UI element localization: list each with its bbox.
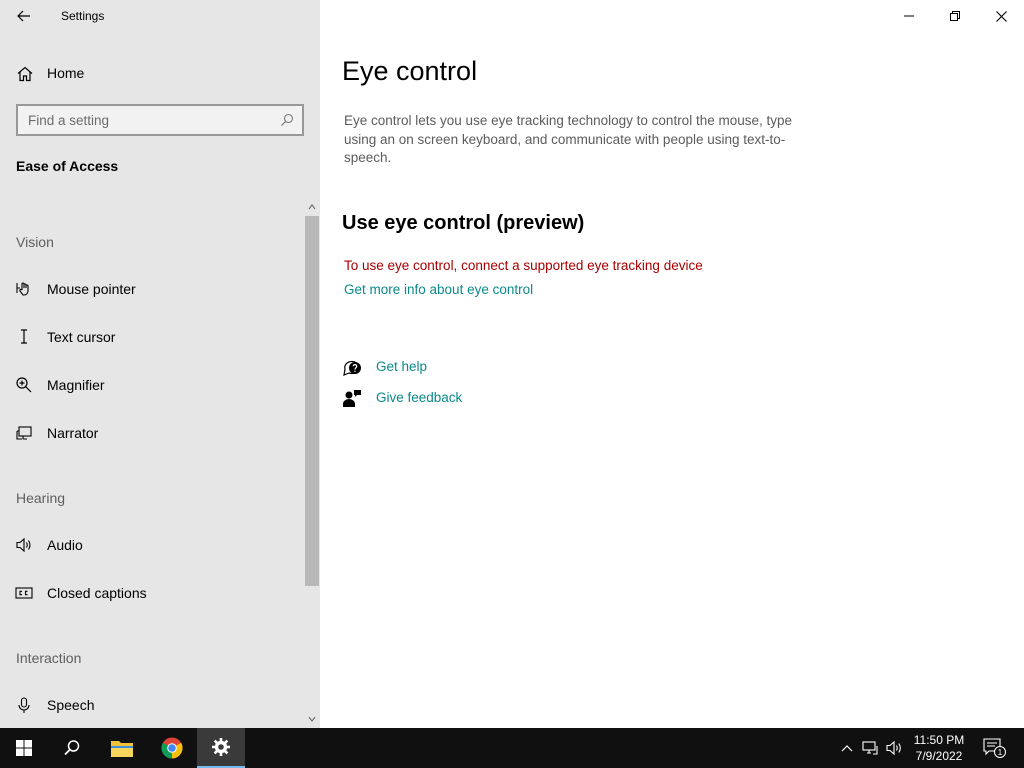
folder-icon: [111, 741, 133, 757]
close-button[interactable]: [978, 0, 1024, 32]
show-hidden-icons-button[interactable]: [836, 728, 858, 768]
more-info-link[interactable]: Get more info about eye control: [344, 282, 533, 297]
back-arrow-icon: [17, 10, 30, 22]
network-icon: [862, 741, 878, 755]
group-header-vision: Vision: [16, 234, 54, 250]
sidebar-item-magnifier[interactable]: Magnifier: [0, 365, 303, 405]
minimize-icon: [904, 15, 914, 17]
main-content: Eye control Eye control lets you use eye…: [320, 0, 1024, 728]
group-header-hearing: Hearing: [16, 490, 66, 506]
microphone-icon: [18, 697, 30, 713]
back-button[interactable]: [8, 4, 40, 28]
narrator-icon: [16, 426, 32, 440]
text-cursor-icon: [21, 329, 27, 344]
sidebar-item-home[interactable]: Home: [0, 57, 320, 89]
page-description: Eye control lets you use eye tracking te…: [344, 113, 792, 165]
sidebar-item-label: Magnifier: [47, 377, 105, 393]
sidebar-item-label: Closed captions: [47, 585, 147, 601]
gear-icon: [212, 738, 230, 756]
restore-icon: [950, 11, 960, 21]
sidebar-item-narrator[interactable]: Narrator: [0, 413, 303, 453]
search-input[interactable]: Find a setting: [16, 104, 304, 136]
mouse-pointer-icon: [16, 282, 29, 296]
sidebar-item-mouse-pointer[interactable]: Mouse pointer: [0, 269, 303, 309]
sidebar-item-label: Text cursor: [47, 329, 116, 345]
chrome-icon: [161, 737, 183, 759]
sidebar-item-label: Mouse pointer: [47, 281, 136, 297]
search-icon: [64, 740, 80, 756]
notification-count: 1: [998, 748, 1003, 757]
app-title: Settings: [61, 9, 105, 23]
group-header-interaction: Interaction: [16, 650, 82, 666]
taskbar-search-button[interactable]: [48, 728, 96, 768]
give-feedback-icon: [343, 390, 361, 407]
taskbar-file-explorer[interactable]: [98, 728, 146, 768]
speaker-icon: [886, 740, 901, 756]
chevron-down-icon[interactable]: [308, 714, 316, 724]
sidebar-item-label: Home: [47, 65, 85, 81]
taskbar-clock[interactable]: 11:50 PM 7/9/2022: [906, 732, 972, 764]
get-help-icon: [343, 360, 361, 376]
title-bar: Settings: [0, 0, 320, 32]
clock-date: 7/9/2022: [915, 749, 963, 763]
taskbar: 11:50 PM 7/9/2022 1: [0, 728, 1024, 768]
sidebar-item-text-cursor[interactable]: Text cursor: [0, 317, 303, 357]
start-button[interactable]: [0, 728, 48, 768]
volume-button[interactable]: [884, 728, 906, 768]
chevron-up-icon[interactable]: [308, 202, 316, 212]
sidebar-scrollbar[interactable]: [304, 200, 320, 728]
magnifier-icon: [16, 377, 32, 393]
sidebar: Settings Home Find a setting Ease of Acc…: [0, 0, 320, 728]
taskbar-chrome[interactable]: [148, 728, 196, 768]
sidebar-item-audio[interactable]: Audio: [0, 525, 303, 565]
section-subtitle: Use eye control (preview): [342, 212, 585, 234]
give-feedback-link[interactable]: Give feedback: [376, 390, 462, 405]
search-icon: [281, 113, 294, 126]
section-title: Ease of Access: [16, 158, 119, 174]
action-center-button[interactable]: 1: [978, 728, 1010, 768]
network-button[interactable]: [860, 728, 882, 768]
sidebar-item-label: Speech: [47, 697, 95, 713]
search-placeholder: Find a setting: [28, 113, 110, 128]
windows-logo-icon: [16, 740, 32, 756]
scrollbar-thumb[interactable]: [305, 216, 319, 586]
closed-captions-icon: [15, 587, 33, 599]
close-icon: [995, 10, 1007, 22]
page-title: Eye control: [342, 56, 478, 86]
sidebar-item-label: Narrator: [47, 425, 99, 441]
restore-button[interactable]: [932, 0, 978, 32]
chevron-up-icon: [841, 745, 853, 752]
error-message: To use eye control, connect a supported …: [344, 258, 703, 273]
notification-icon: 1: [983, 738, 1006, 758]
get-help-link[interactable]: Get help: [376, 359, 427, 374]
home-icon: [17, 66, 33, 82]
sidebar-item-speech[interactable]: Speech: [0, 685, 303, 725]
sidebar-item-closed-captions[interactable]: Closed captions: [0, 573, 303, 613]
sidebar-item-label: Audio: [47, 537, 83, 553]
clock-time: 11:50 PM: [913, 733, 965, 747]
taskbar-settings[interactable]: [197, 728, 245, 768]
speaker-icon: [16, 537, 31, 553]
minimize-button[interactable]: [886, 0, 932, 32]
